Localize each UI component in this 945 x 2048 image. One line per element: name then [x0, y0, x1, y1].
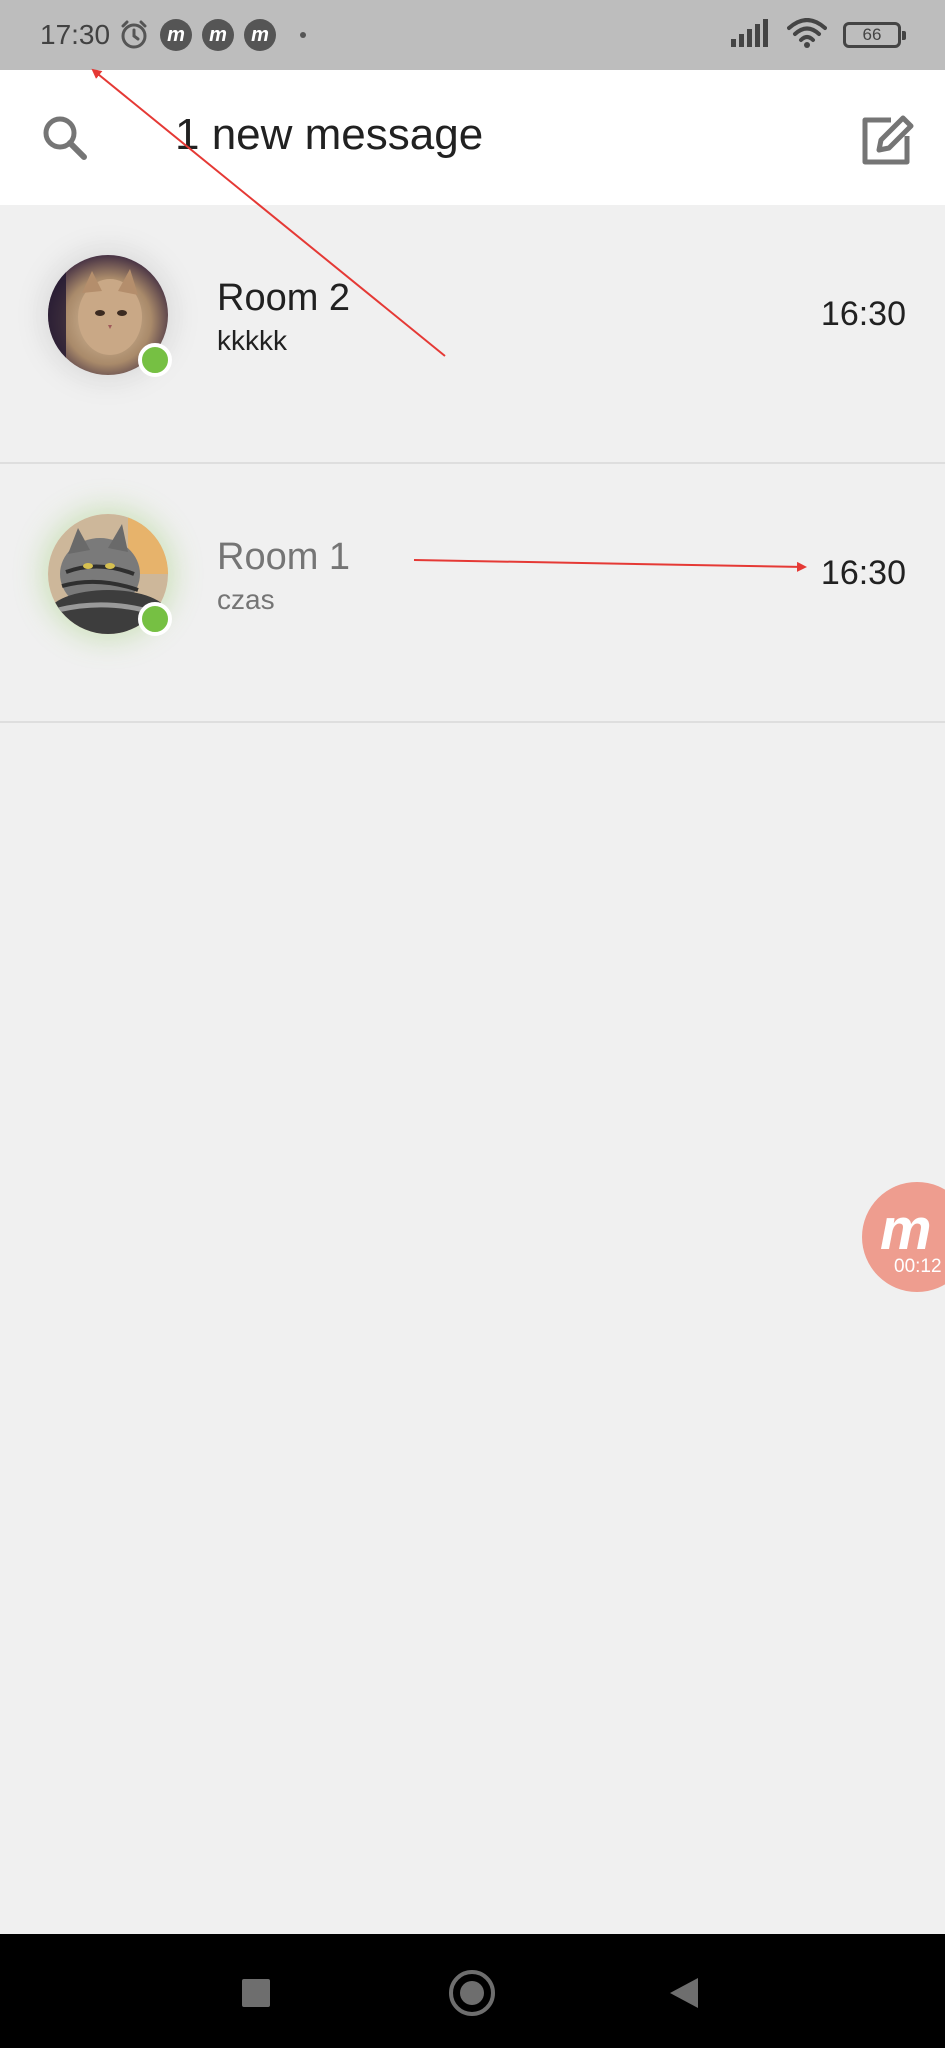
avatar: [48, 514, 172, 636]
alarm-icon: [118, 19, 150, 51]
online-status-dot: [138, 343, 172, 377]
room-preview: kkkkk: [217, 325, 287, 356]
conversation-row[interactable]: Room 1 czas 16:30: [0, 464, 945, 723]
status-bar: 17:30 m m m 66: [0, 0, 945, 70]
back-icon[interactable]: [670, 1978, 698, 2008]
battery-icon: 66: [843, 22, 906, 48]
search-icon[interactable]: [40, 113, 90, 163]
wifi-icon: [787, 17, 827, 53]
status-time: 17:30: [40, 19, 111, 50]
room-time: 16:30: [820, 554, 906, 592]
room-preview: czas: [217, 584, 275, 615]
page-title: 1 new message: [175, 110, 484, 159]
m-app-icon: m: [244, 19, 277, 51]
battery-level: 66: [862, 25, 882, 44]
notification-dot-icon: [300, 32, 307, 38]
navigation-bar: [0, 1934, 945, 2048]
recorder-elapsed-time: 00:12: [894, 1256, 942, 1277]
screen: 17:30 m m m 66 1 new message Room 2 kkkk…: [0, 0, 945, 2048]
room-time: 16:30: [820, 295, 906, 333]
header: 1 new message: [0, 70, 945, 205]
m-app-icon: m: [160, 19, 193, 51]
home-icon[interactable]: [449, 1970, 495, 2016]
room-name: Room 2: [217, 277, 351, 319]
screen-recorder-bubble[interactable]: m 00:12: [862, 1182, 945, 1292]
m-app-icon: m: [202, 19, 235, 51]
online-status-dot: [138, 602, 172, 636]
conversation-row[interactable]: Room 2 kkkkk 16:30: [0, 205, 945, 464]
room-name: Room 1: [217, 536, 351, 578]
recorder-logo: m: [880, 1197, 932, 1262]
signal-icon: [731, 18, 771, 52]
recents-icon[interactable]: [242, 1979, 270, 2007]
status-indicators: 66: [731, 0, 906, 70]
compose-icon[interactable]: [857, 110, 917, 170]
avatar: [48, 255, 172, 377]
